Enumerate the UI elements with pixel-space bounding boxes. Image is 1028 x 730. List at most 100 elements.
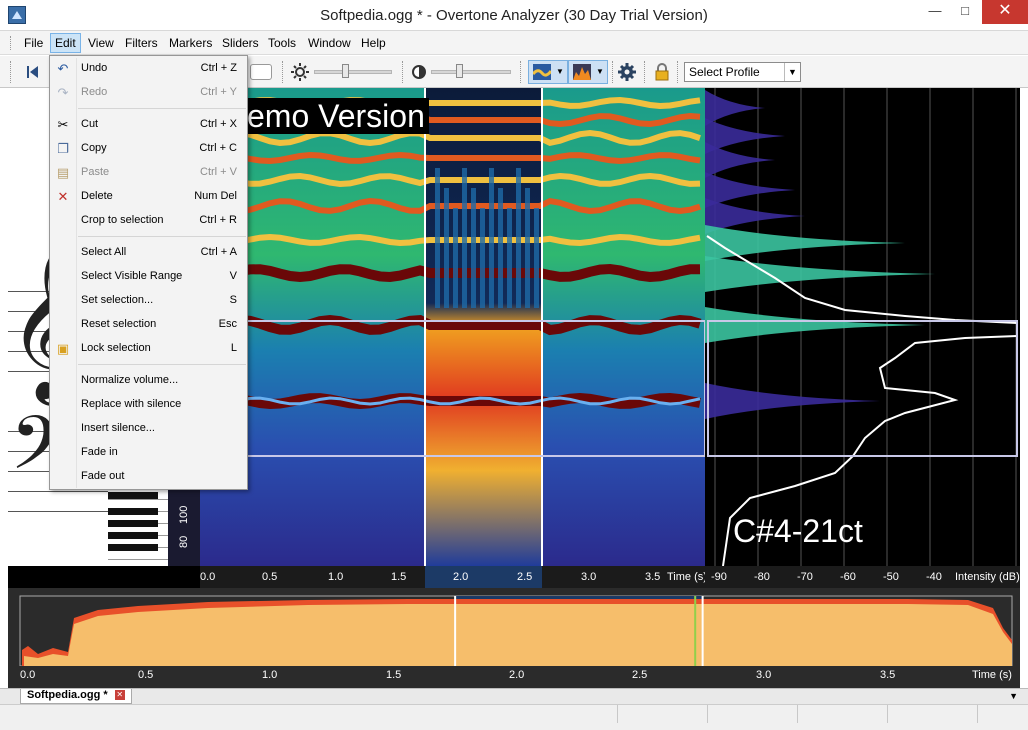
paste-icon: ▤ bbox=[56, 165, 70, 180]
menu-item-label: Select Visible Range bbox=[81, 270, 183, 282]
piano-black-key[interactable] bbox=[108, 492, 158, 499]
menu-window[interactable]: Window bbox=[308, 36, 351, 50]
menu-view[interactable]: View bbox=[88, 36, 114, 50]
menu-item-label: Lock selection bbox=[81, 342, 151, 354]
time-tick-label: 1.0 bbox=[262, 669, 278, 681]
spectrum-peak bbox=[705, 383, 880, 419]
window-title: Softpedia.ogg * - Overtone Analyzer (30 … bbox=[320, 7, 708, 24]
undo-icon: ↶ bbox=[57, 61, 69, 76]
menu-item-insert-silence[interactable]: Insert silence... bbox=[50, 417, 247, 441]
menu-item-label: Reset selection bbox=[81, 318, 157, 330]
menu-item-undo[interactable]: ↶ Undo Ctrl + Z bbox=[50, 57, 247, 81]
menu-item-shortcut: Ctrl + V bbox=[200, 166, 237, 178]
menu-item-label: Delete bbox=[81, 190, 113, 202]
colormap-button[interactable]: ▼ bbox=[528, 60, 568, 84]
demo-version-banner: emo Version bbox=[243, 98, 429, 134]
menubar-grip[interactable] bbox=[10, 36, 13, 50]
spectrum-panel[interactable] bbox=[705, 88, 1020, 566]
spectrogram-burst bbox=[453, 208, 458, 308]
menu-tools[interactable]: Tools bbox=[268, 36, 296, 50]
piano-black-key[interactable] bbox=[108, 532, 158, 539]
menu-item-normalize-volume[interactable]: Normalize volume... bbox=[50, 369, 247, 393]
menu-item-replace-with-silence[interactable]: Replace with silence bbox=[50, 393, 247, 417]
menu-item-set-selection[interactable]: Set selection... S bbox=[50, 289, 247, 313]
spectrogram[interactable] bbox=[200, 88, 705, 566]
contrast-slider[interactable] bbox=[431, 70, 511, 74]
piano-black-key[interactable] bbox=[108, 544, 158, 551]
menu-item-shortcut: V bbox=[229, 270, 237, 282]
tab-softpedia-ogg[interactable]: Softpedia.ogg * ✕ bbox=[20, 689, 132, 704]
chevron-down-icon: ▼ bbox=[596, 67, 604, 76]
profile-select-value: Select Profile bbox=[689, 65, 760, 79]
menu-separator bbox=[78, 236, 246, 237]
minimize-button[interactable]: — bbox=[920, 0, 950, 24]
menu-item-label: Redo bbox=[81, 86, 108, 98]
status-bar bbox=[0, 704, 1028, 730]
menu-item-fade-in[interactable]: Fade in bbox=[50, 441, 247, 465]
menu-item-shortcut: Esc bbox=[218, 318, 237, 330]
menu-item-copy[interactable]: ❐ Copy Ctrl + C bbox=[50, 137, 247, 161]
maximize-button[interactable]: □ bbox=[950, 0, 980, 24]
menu-edit[interactable]: Edit bbox=[50, 33, 81, 53]
menu-item-label: Undo bbox=[81, 62, 108, 74]
spectrogram-burst bbox=[435, 168, 440, 308]
menu-file[interactable]: File bbox=[24, 36, 43, 50]
chevron-down-icon[interactable]: ▼ bbox=[1009, 691, 1018, 701]
time-tick-label: 2.0 bbox=[509, 669, 525, 681]
waveform-time-axis: 0.0 0.5 1.0 1.5 2.0 2.5 3.0 3.5 Time (s) bbox=[8, 666, 1020, 686]
menu-item-shortcut: S bbox=[229, 294, 237, 306]
intensity-tick-label: -60 bbox=[840, 571, 856, 583]
menu-item-reset-selection[interactable]: Reset selection Esc bbox=[50, 313, 247, 337]
time-tick-label: 0.5 bbox=[262, 571, 278, 583]
brightness-slider[interactable] bbox=[314, 70, 392, 74]
profile-select[interactable]: Select Profile ▼ bbox=[684, 62, 801, 82]
brightness-slider-thumb[interactable] bbox=[342, 64, 349, 78]
intensity-axis: -90 -80 -70 -60 -50 -40 Intensity (dB) bbox=[705, 566, 1020, 588]
close-icon[interactable]: ✕ bbox=[114, 690, 125, 701]
spectrogram-burst bbox=[534, 208, 539, 308]
menu-markers[interactable]: Markers bbox=[169, 36, 212, 50]
spectrum-peak bbox=[705, 256, 935, 292]
menu-item-paste[interactable]: ▤ Paste Ctrl + V bbox=[50, 161, 247, 185]
menu-item-cut[interactable]: ✂ Cut Ctrl + X bbox=[50, 113, 247, 137]
delete-icon: ✕ bbox=[57, 189, 69, 204]
spectrum-peak bbox=[705, 90, 765, 126]
menu-item-fade-out[interactable]: Fade out bbox=[50, 465, 247, 489]
menu-item-delete[interactable]: ✕ Delete Num Del bbox=[50, 185, 247, 209]
frequency-tick-label: 100 bbox=[178, 505, 190, 524]
menu-item-crop-to-selection[interactable]: Crop to selection Ctrl + R bbox=[50, 209, 247, 233]
menu-item-select-visible-range[interactable]: Select Visible Range V bbox=[50, 265, 247, 289]
status-cell bbox=[798, 705, 888, 723]
zoom-field[interactable] bbox=[250, 64, 272, 80]
menu-item-label: Fade in bbox=[81, 446, 118, 458]
menu-item-redo[interactable]: ↷ Redo Ctrl + Y bbox=[50, 81, 247, 105]
menu-sliders[interactable]: Sliders bbox=[222, 36, 259, 50]
waveform-overview[interactable]: 0.0 0.5 1.0 1.5 2.0 2.5 3.0 3.5 Time (s) bbox=[8, 588, 1020, 688]
piano-black-key[interactable] bbox=[108, 508, 158, 515]
status-cell bbox=[618, 705, 708, 723]
spectrogram-burst bbox=[471, 188, 476, 308]
spectrum-view-button[interactable]: ▼ bbox=[568, 60, 608, 84]
tab-label: Softpedia.ogg * bbox=[27, 689, 108, 701]
redo-icon: ↷ bbox=[57, 85, 69, 100]
gear-icon[interactable] bbox=[617, 62, 637, 82]
contrast-slider-thumb[interactable] bbox=[456, 64, 463, 78]
menu-help[interactable]: Help bbox=[361, 36, 386, 50]
spectrogram-burst bbox=[498, 188, 503, 308]
close-button[interactable]: ✕ bbox=[982, 0, 1028, 24]
piano-black-key[interactable] bbox=[108, 520, 158, 527]
menu-item-lock-selection[interactable]: ▣ Lock selection L bbox=[50, 337, 247, 361]
spectrogram-burst bbox=[489, 168, 494, 308]
menu-item-label: Normalize volume... bbox=[81, 374, 179, 386]
skip-to-start-icon[interactable] bbox=[22, 62, 42, 82]
waveform-plot bbox=[19, 595, 1013, 667]
time-tick-label: 1.5 bbox=[391, 571, 407, 583]
lock-icon[interactable] bbox=[652, 62, 672, 82]
menu-item-label: Fade out bbox=[81, 470, 125, 482]
menu-filters[interactable]: Filters bbox=[125, 36, 158, 50]
menu-item-shortcut: Ctrl + Y bbox=[200, 86, 237, 98]
toolbar-separator bbox=[612, 61, 613, 83]
menu-item-select-all[interactable]: Select All Ctrl + A bbox=[50, 241, 247, 265]
menu-item-label: Replace with silence bbox=[81, 398, 182, 410]
menu-item-label: Insert silence... bbox=[81, 422, 155, 434]
